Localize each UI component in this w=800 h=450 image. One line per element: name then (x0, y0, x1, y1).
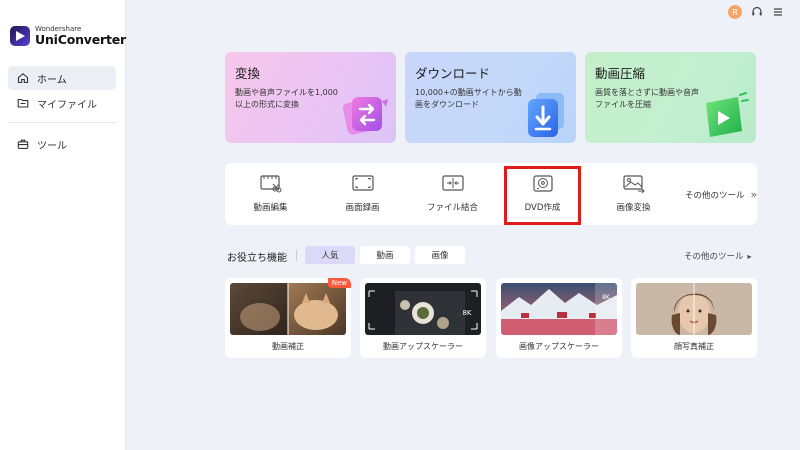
tools-row: 動画編集 画面録画 ファイル結合 DVD作成 画像変換 (225, 163, 757, 225)
sidebar-item-label: ツール (37, 140, 67, 152)
card-face-enhance[interactable]: 顔写真補正 (631, 278, 757, 358)
sidebar-item-my-files[interactable]: マイファイル (8, 91, 116, 115)
folder-icon (17, 98, 29, 108)
image-convert-icon (622, 175, 645, 193)
screen-record-icon (351, 175, 374, 191)
video-edit-icon (259, 175, 281, 193)
sidebar-item-label: マイファイル (37, 99, 97, 111)
new-badge: New (327, 278, 351, 288)
feature-description: 動画や音声ファイルを1,000以上の形式に変換 (235, 88, 338, 109)
card-label: 動画補正 (272, 342, 304, 351)
headset-icon[interactable] (751, 6, 763, 18)
tool-video-edit[interactable]: 動画編集 (233, 163, 308, 225)
card-label: 画像アップスケーラー (519, 342, 599, 351)
compress-icon (706, 92, 749, 137)
feature-card-convert[interactable]: 変換 動画や音声ファイルを1,000以上の形式に変換 (225, 52, 396, 143)
toolbox-icon (17, 139, 29, 149)
card-video-enhance[interactable]: New 動画補正 (225, 278, 351, 358)
more-tools-button[interactable]: その他のツール » (685, 188, 757, 201)
video-upscaler-thumbnail: 8K (365, 283, 481, 335)
double-chevron-right-icon: » (750, 188, 758, 201)
app-logo: Wondershare UniConverter (10, 26, 126, 47)
section-title: お役立ち機能 (227, 253, 287, 264)
section-divider (296, 250, 297, 261)
more-tools-link-label: その他のツール (684, 252, 744, 262)
face-enhance-thumbnail (636, 283, 752, 335)
chevron-right-icon: ▸ (747, 252, 752, 261)
tool-dvd-create[interactable]: DVD作成 (505, 163, 580, 225)
card-image-upscaler[interactable]: 8K 画像アップスケーラー (496, 278, 622, 358)
card-label: 動画アップスケーラー (383, 342, 463, 351)
tool-label: DVD作成 (524, 203, 561, 213)
sidebar: Wondershare UniConverter ホーム マイファイル ツール (0, 0, 126, 450)
card-video-upscaler[interactable]: 8K 動画アップスケーラー (360, 278, 486, 358)
feature-title: 変換 (235, 66, 261, 81)
tool-file-merge[interactable]: ファイル結合 (415, 163, 490, 225)
tool-image-convert[interactable]: 画像変換 (596, 163, 671, 225)
feature-title: ダウンロード (415, 66, 491, 81)
tool-label: 画像変換 (616, 203, 651, 213)
more-tools-label: その他のツール (685, 190, 745, 201)
uniconverter-logo-icon (10, 26, 30, 47)
convert-icon (342, 97, 388, 135)
menu-icon[interactable] (772, 6, 784, 18)
filter-chip-video[interactable]: 動画 (360, 246, 410, 264)
avatar[interactable]: R (728, 5, 742, 19)
dvd-icon (532, 175, 553, 192)
image-upscaler-thumbnail: 8K (501, 283, 617, 335)
top-bar: R (728, 5, 784, 19)
sidebar-item-label: ホーム (37, 74, 67, 86)
more-tools-link[interactable]: その他のツール ▸ (684, 250, 752, 262)
feature-card-compress[interactable]: 動画圧縮 画質を落とさずに動画や音声ファイルを圧縮 (585, 52, 756, 143)
feature-description: 10,000+の動画サイトから動画をダウンロード (415, 88, 522, 109)
sidebar-divider (8, 122, 116, 123)
sidebar-item-tools[interactable]: ツール (8, 132, 116, 156)
download-icon (528, 93, 564, 137)
feature-title: 動画圧縮 (595, 66, 646, 81)
home-icon (17, 73, 29, 84)
feature-description: 画質を落とさずに動画や音声ファイルを圧縮 (595, 88, 699, 109)
brand-name: UniConverter (35, 32, 127, 47)
video-enhance-thumbnail (230, 283, 346, 335)
filter-chip-image[interactable]: 画像 (415, 246, 465, 264)
tool-label: 画面録画 (345, 203, 380, 213)
filter-chip-popular[interactable]: 人気 (305, 246, 355, 264)
upscale-8k-label: 8K (602, 294, 611, 301)
tool-label: 動画編集 (253, 203, 288, 213)
sidebar-item-home[interactable]: ホーム (8, 66, 116, 90)
tool-label: ファイル結合 (426, 203, 478, 213)
merge-icon (441, 175, 464, 191)
card-label: 顔写真補正 (674, 342, 714, 351)
feature-card-download[interactable]: ダウンロード 10,000+の動画サイトから動画をダウンロード (405, 52, 576, 143)
tool-screen-record[interactable]: 画面録画 (325, 163, 400, 225)
upscale-8k-label: 8K (462, 309, 471, 317)
